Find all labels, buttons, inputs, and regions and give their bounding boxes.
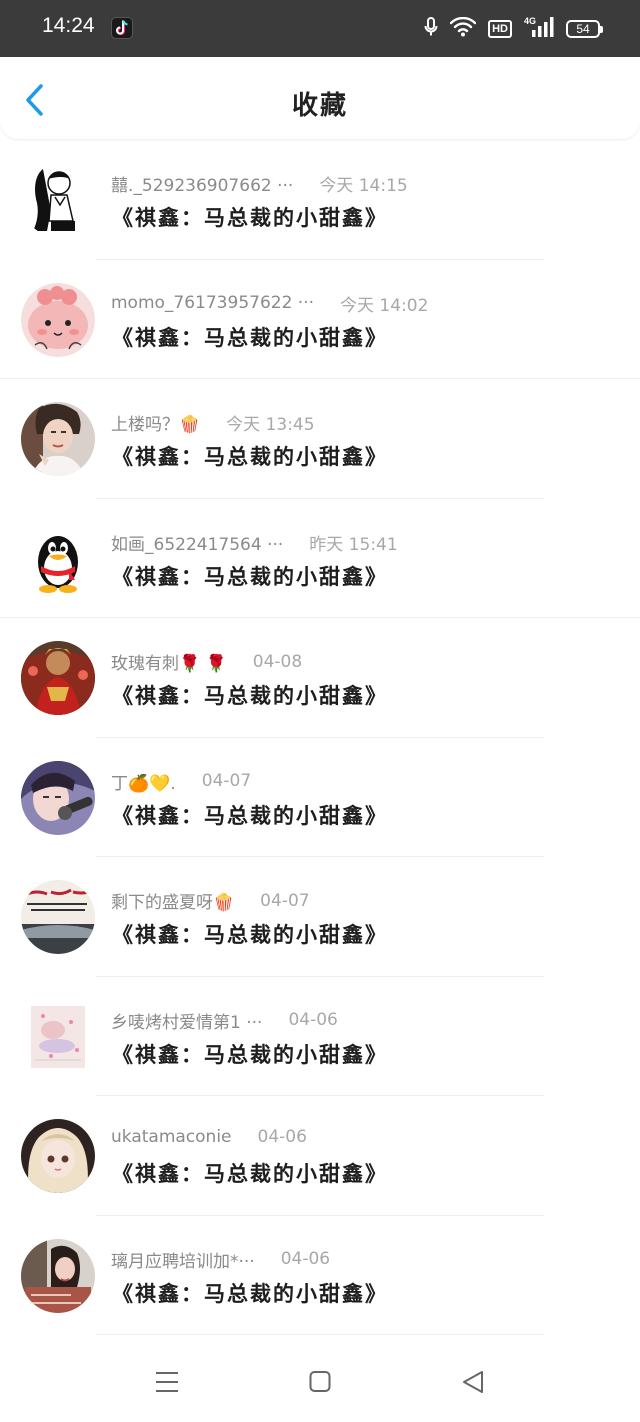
list-item[interactable]: 上楼吗？🍿 今天 13:45 《祺鑫：马总裁的小甜鑫》 bbox=[0, 379, 640, 499]
avatar[interactable] bbox=[21, 880, 95, 954]
list-item[interactable]: 囍._529236907662 ··· 今天 14:15 《祺鑫：马总裁的小甜鑫… bbox=[0, 140, 640, 260]
avatar[interactable] bbox=[21, 402, 95, 476]
status-icons: HD 4G 54 bbox=[424, 16, 603, 42]
item-meta: momo_76173957622 ··· 今天 14:02 bbox=[111, 291, 428, 316]
list-item[interactable]: 乡唛烤村爱情第1 ··· 04-06 《祺鑫：马总裁的小甜鑫》 bbox=[0, 977, 640, 1096]
hd-badge: HD bbox=[488, 20, 512, 38]
avatar[interactable] bbox=[21, 521, 95, 596]
back-nav-icon[interactable] bbox=[461, 1370, 485, 1398]
item-meta: 乡唛烤村爱情第1 ··· 04-06 bbox=[111, 1008, 338, 1033]
list-item[interactable]: 玫瑰有刺🌹 🌹 04-08 《祺鑫：马总裁的小甜鑫》 bbox=[0, 618, 640, 738]
wifi-icon bbox=[449, 16, 477, 41]
timestamp: 今天 13:45 bbox=[226, 415, 315, 435]
list-item[interactable]: 剩下的盛夏呀🍿 04-07 《祺鑫：马总裁的小甜鑫》 bbox=[0, 857, 640, 977]
divider bbox=[96, 1334, 544, 1335]
book-title[interactable]: 《祺鑫：马总裁的小甜鑫》 bbox=[112, 441, 388, 471]
avatar[interactable] bbox=[21, 999, 95, 1074]
avatar[interactable] bbox=[21, 163, 95, 237]
avatar[interactable] bbox=[21, 1238, 95, 1313]
avatar[interactable] bbox=[21, 1119, 95, 1193]
item-meta: 剩下的盛夏呀🍿 04-07 bbox=[111, 888, 310, 914]
username[interactable]: ukatamaconie bbox=[111, 1127, 232, 1147]
item-meta: 丁🍊💛. 04-07 bbox=[111, 769, 251, 794]
favorites-list: 囍._529236907662 ··· 今天 14:15 《祺鑫：马总裁的小甜鑫… bbox=[0, 140, 640, 1335]
username[interactable]: 乡唛烤村爱情第1 ··· bbox=[111, 1008, 262, 1033]
avatar[interactable] bbox=[21, 760, 95, 835]
book-title[interactable]: 《祺鑫：马总裁的小甜鑫》 bbox=[112, 1158, 388, 1188]
avatar[interactable] bbox=[21, 282, 95, 357]
page-title: 收藏 bbox=[291, 91, 348, 121]
username[interactable]: 囍._529236907662 ··· bbox=[111, 171, 293, 196]
username[interactable]: 如画_6522417564 ··· bbox=[111, 530, 283, 555]
username[interactable]: 剩下的盛夏呀🍿 bbox=[111, 888, 234, 913]
book-title[interactable]: 《祺鑫：马总裁的小甜鑫》 bbox=[112, 919, 388, 949]
item-meta: ukatamaconie 04-06 bbox=[111, 1127, 307, 1147]
item-meta: 璃月应聘培训加*··· 04-06 bbox=[111, 1247, 330, 1272]
username[interactable]: momo_76173957622 ··· bbox=[111, 293, 314, 313]
timestamp: 04-06 bbox=[280, 1249, 331, 1269]
menu-icon[interactable] bbox=[155, 1370, 179, 1398]
status-bar: 14:24 HD 4G 54 bbox=[0, 0, 640, 57]
item-meta: 上楼吗？🍿 今天 13:45 bbox=[111, 410, 315, 435]
timestamp: 04-06 bbox=[257, 1127, 307, 1147]
list-item[interactable]: 丁🍊💛. 04-07 《祺鑫：马总裁的小甜鑫》 bbox=[0, 738, 640, 857]
timestamp: 04-08 bbox=[252, 651, 303, 672]
timestamp: 昨天 15:41 bbox=[309, 534, 398, 555]
tiktok-notification-icon bbox=[111, 17, 133, 39]
network-type: 4G bbox=[524, 16, 536, 26]
item-meta: 玫瑰有刺🌹 🌹 04-08 bbox=[111, 649, 303, 675]
list-item[interactable]: 如画_6522417564 ··· 昨天 15:41 《祺鑫：马总裁的小甜鑫》 bbox=[0, 499, 640, 618]
battery-icon: 54 bbox=[566, 20, 603, 38]
username[interactable]: 玫瑰有刺🌹 🌹 bbox=[111, 649, 227, 674]
list-item[interactable]: momo_76173957622 ··· 今天 14:02 《祺鑫：马总裁的小甜… bbox=[0, 260, 640, 379]
book-title[interactable]: 《祺鑫：马总裁的小甜鑫》 bbox=[112, 1039, 388, 1069]
book-title[interactable]: 《祺鑫：马总裁的小甜鑫》 bbox=[112, 202, 388, 232]
item-meta: 如画_6522417564 ··· 昨天 15:41 bbox=[111, 530, 398, 555]
home-icon[interactable] bbox=[309, 1370, 331, 1398]
status-time: 14:24 bbox=[42, 14, 95, 37]
book-title[interactable]: 《祺鑫：马总裁的小甜鑫》 bbox=[112, 680, 388, 710]
title-bar: 收藏 bbox=[0, 57, 640, 139]
username[interactable]: 上楼吗？🍿 bbox=[111, 410, 200, 435]
book-title[interactable]: 《祺鑫：马总裁的小甜鑫》 bbox=[112, 1278, 388, 1308]
timestamp: 今天 14:02 bbox=[340, 295, 429, 316]
list-item[interactable]: 璃月应聘培训加*··· 04-06 《祺鑫：马总裁的小甜鑫》 bbox=[0, 1216, 640, 1335]
timestamp: 04-06 bbox=[288, 1010, 338, 1030]
book-title[interactable]: 《祺鑫：马总裁的小甜鑫》 bbox=[112, 800, 388, 830]
item-meta: 囍._529236907662 ··· 今天 14:15 bbox=[111, 171, 408, 196]
timestamp: 今天 14:15 bbox=[319, 176, 408, 196]
avatar[interactable] bbox=[21, 641, 95, 715]
cellular-signal-icon: 4G bbox=[524, 16, 554, 42]
username[interactable]: 丁🍊💛. bbox=[111, 769, 176, 794]
system-nav-bar bbox=[0, 1346, 640, 1422]
list-item[interactable]: ukatamaconie 04-06 《祺鑫：马总裁的小甜鑫》 bbox=[0, 1096, 640, 1216]
timestamp: 04-07 bbox=[201, 771, 252, 791]
timestamp: 04-07 bbox=[260, 890, 310, 911]
microphone-icon bbox=[424, 17, 438, 41]
book-title[interactable]: 《祺鑫：马总裁的小甜鑫》 bbox=[112, 322, 388, 352]
username[interactable]: 璃月应聘培训加*··· bbox=[111, 1247, 255, 1272]
book-title[interactable]: 《祺鑫：马总裁的小甜鑫》 bbox=[112, 561, 388, 591]
